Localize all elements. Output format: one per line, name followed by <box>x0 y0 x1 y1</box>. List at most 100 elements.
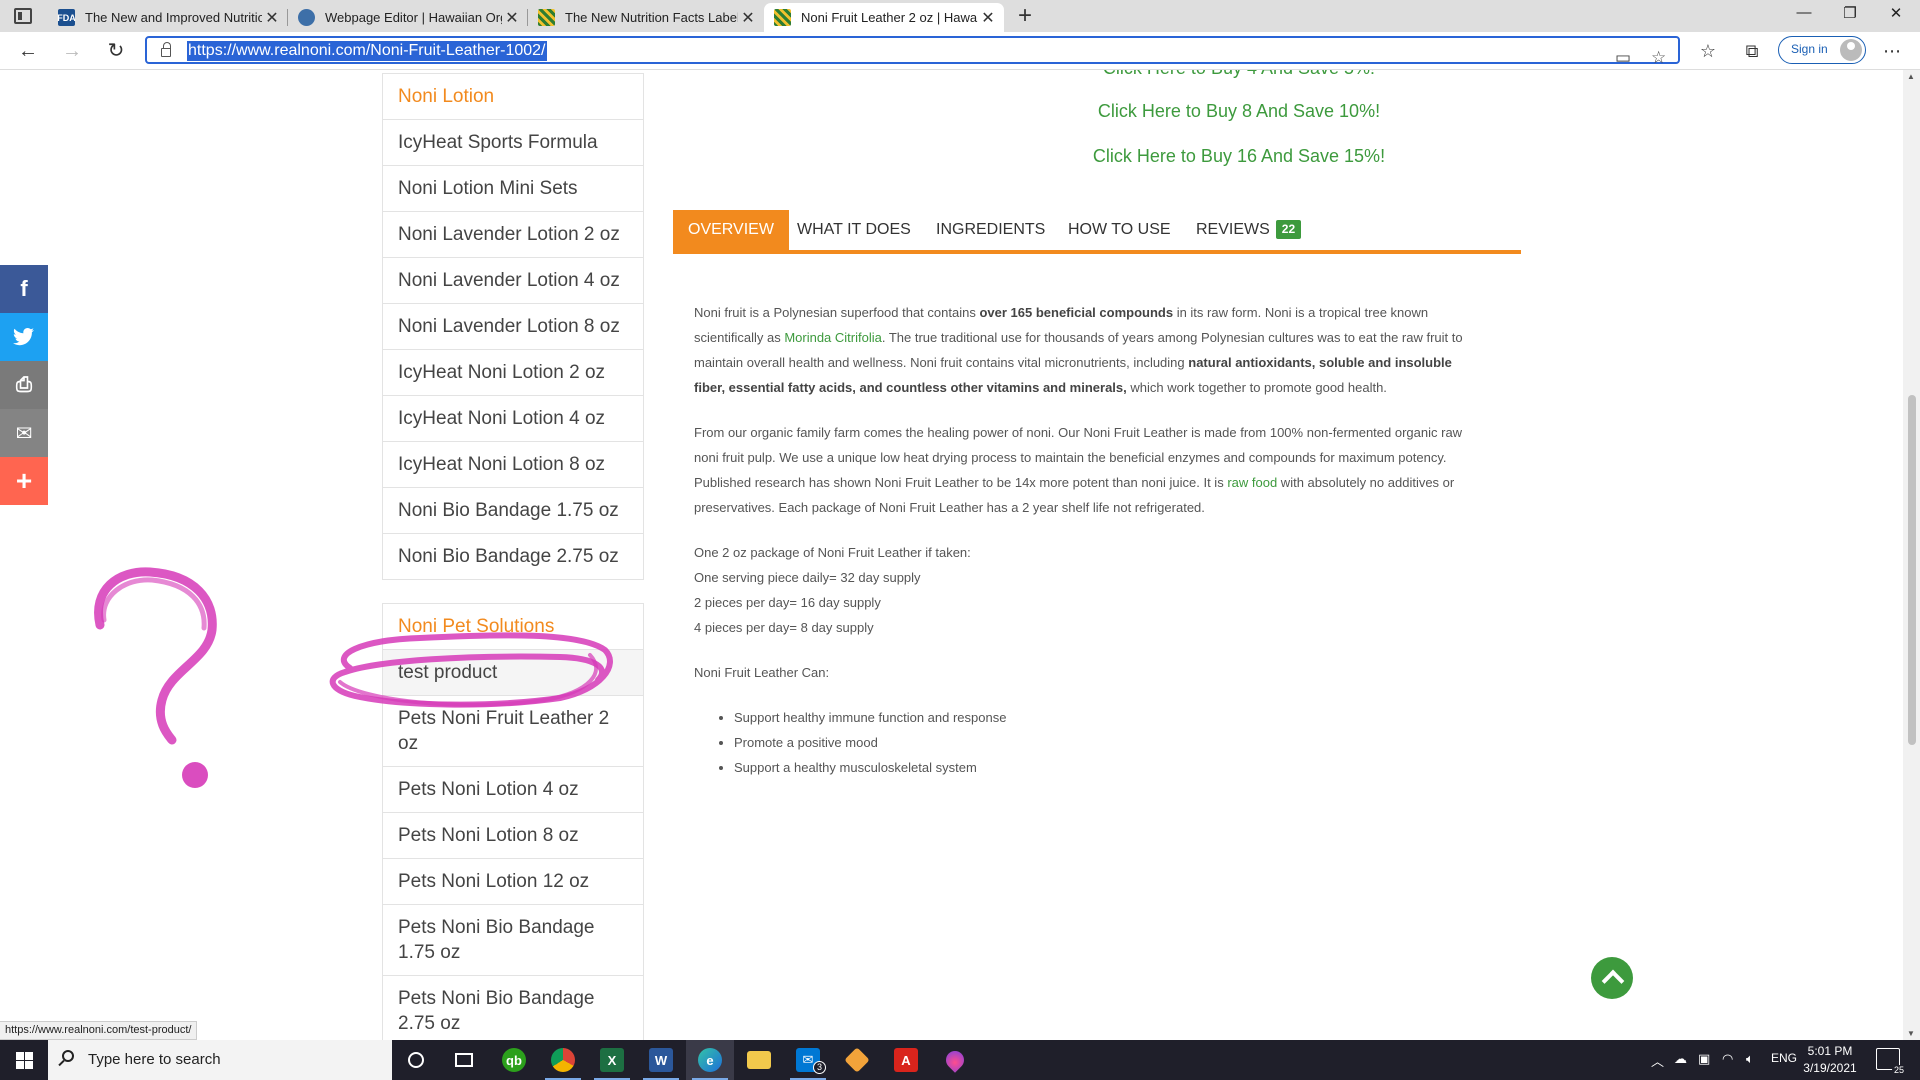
supply-line: 2 pieces per day= 16 day supply <box>694 595 881 610</box>
scroll-down-arrow-icon[interactable]: ▼ <box>1907 1029 1915 1038</box>
forward-button[interactable]: → <box>58 38 86 64</box>
promo-link-buy-4[interactable]: Click Here to Buy 4 And Save 5%! <box>900 70 1578 79</box>
sidebar-item[interactable]: Pets Noni Lotion 12 oz <box>383 859 643 905</box>
browser-tab-4-active[interactable]: Noni Fruit Leather 2 oz | Hawaii ✕ <box>764 3 1004 32</box>
word-app[interactable]: W <box>637 1040 685 1080</box>
facebook-share-icon[interactable]: f <box>0 265 48 313</box>
show-hidden-icons[interactable]: ︿ <box>1651 1051 1664 1070</box>
browser-tab-1[interactable]: FDA The New and Improved Nutrition ✕ <box>48 3 288 32</box>
promo-link-buy-8[interactable]: Click Here to Buy 8 And Save 10%! <box>900 101 1578 122</box>
taskbar-clock[interactable]: 5:01 PM 3/19/2021 <box>1795 1043 1865 1077</box>
app-diamond-icon <box>844 1047 870 1073</box>
scroll-up-arrow-icon[interactable]: ▲ <box>1907 72 1915 81</box>
mail-app[interactable]: ✉ 3 <box>784 1040 832 1080</box>
notification-count: 25 <box>1891 1065 1906 1075</box>
language-indicator[interactable]: ENG <box>1771 1051 1797 1065</box>
close-tab-icon[interactable]: ✕ <box>978 8 998 28</box>
twitter-share-icon[interactable] <box>0 313 48 361</box>
chrome-app[interactable] <box>539 1040 587 1080</box>
supply-line: One serving piece daily= 32 day supply <box>694 570 921 585</box>
inline-link[interactable]: Morinda Citrifolia <box>784 330 882 345</box>
sidebar-heading-noni-lotion[interactable]: Noni Lotion <box>383 74 643 120</box>
sidebar-item[interactable]: IcyHeat Noni Lotion 2 oz <box>383 350 643 396</box>
sticky-app[interactable] <box>833 1040 881 1080</box>
wifi-icon[interactable]: ◠ <box>1722 1051 1733 1067</box>
sidebar-item[interactable]: Noni Lavender Lotion 8 oz <box>383 304 643 350</box>
display-icon[interactable]: ▣ <box>1698 1051 1710 1067</box>
scrollbar-thumb[interactable] <box>1908 395 1916 745</box>
close-tab-icon[interactable]: ✕ <box>502 8 522 28</box>
notification-center-icon[interactable]: 25 <box>1876 1048 1906 1075</box>
tab-title: Webpage Editor | Hawaiian Orga <box>325 10 502 25</box>
minimize-button[interactable]: — <box>1784 4 1824 21</box>
sidebar-item[interactable]: IcyHeat Noni Lotion 4 oz <box>383 396 643 442</box>
close-window-button[interactable]: ✕ <box>1876 4 1916 22</box>
sidebar-item[interactable]: Noni Bio Bandage 2.75 oz <box>383 534 643 579</box>
sidebar-item[interactable]: Pets Noni Lotion 4 oz <box>383 767 643 813</box>
sidebar-item[interactable]: Noni Lavender Lotion 4 oz <box>383 258 643 304</box>
promo-link-buy-16[interactable]: Click Here to Buy 16 And Save 15%! <box>900 146 1578 167</box>
search-icon <box>62 1050 74 1062</box>
sidebar-item[interactable]: Pets Noni Fruit Leather 2 oz <box>383 696 643 767</box>
tab-actions-icon[interactable] <box>14 8 32 24</box>
file-explorer-app[interactable] <box>735 1040 783 1080</box>
more-options-icon[interactable]: ⋯ <box>1878 38 1906 64</box>
back-button[interactable]: ← <box>14 38 42 64</box>
reader-view-icon[interactable]: ▭ <box>1615 48 1631 68</box>
edge-app[interactable]: e <box>686 1040 734 1080</box>
sidebar-item[interactable]: Pets Noni Lotion 8 oz <box>383 813 643 859</box>
print-icon[interactable]: ⎙ <box>0 361 48 409</box>
acrobat-app[interactable]: A <box>882 1040 930 1080</box>
sidebar-heading-noni-pet-solutions[interactable]: Noni Pet Solutions <box>383 604 643 650</box>
tab-ingredients[interactable]: INGREDIENTS <box>936 210 1045 250</box>
taskbar-search-box[interactable]: Type here to search <box>48 1040 392 1080</box>
paint-app[interactable] <box>931 1040 979 1080</box>
sidebar-item[interactable]: Pets Noni Bio Bandage 2.75 oz <box>383 976 643 1040</box>
close-tab-icon[interactable]: ✕ <box>262 8 282 28</box>
page-viewport: f ⎙ ✉ + Noni Lotion IcyHeat Sports Formu… <box>0 70 1920 1040</box>
start-button[interactable] <box>0 1040 48 1080</box>
new-tab-button[interactable]: + <box>1011 2 1039 30</box>
windows-logo-icon-part <box>25 1061 33 1069</box>
task-view-button[interactable] <box>440 1040 488 1080</box>
sidebar-item[interactable]: IcyHeat Sports Formula <box>383 120 643 166</box>
edge-icon: e <box>698 1048 722 1072</box>
lock-icon[interactable] <box>161 42 171 57</box>
browser-tab-2[interactable]: Webpage Editor | Hawaiian Orga ✕ <box>288 3 528 32</box>
sidebar-item-test-product[interactable]: test product <box>383 650 643 696</box>
url-text[interactable]: https://www.realnoni.com/Noni-Fruit-Leat… <box>187 41 547 61</box>
cortana-button[interactable] <box>392 1040 440 1080</box>
sign-in-button[interactable]: Sign in <box>1778 36 1866 64</box>
restore-button[interactable]: ❐ <box>1830 4 1870 22</box>
browser-tab-3[interactable]: The New Nutrition Facts Label ✕ <box>528 3 764 32</box>
excel-app[interactable]: X <box>588 1040 636 1080</box>
tab-how-to-use[interactable]: HOW TO USE <box>1068 210 1171 250</box>
task-view-icon <box>455 1053 473 1067</box>
tab-overview[interactable]: OVERVIEW <box>673 210 789 250</box>
sidebar-item[interactable]: Noni Lotion Mini Sets <box>383 166 643 212</box>
add-favorite-icon[interactable]: ☆ <box>1651 48 1666 68</box>
inline-link[interactable]: raw food <box>1227 475 1277 490</box>
tab-reviews[interactable]: REVIEWS 22 <box>1196 210 1302 250</box>
tab-what-it-does[interactable]: WHAT IT DOES <box>797 210 911 250</box>
scroll-to-top-button[interactable] <box>1591 957 1633 999</box>
volume-icon[interactable]: 🔈︎ <box>1746 1051 1754 1067</box>
more-share-icon[interactable]: + <box>0 457 48 505</box>
page-scrollbar[interactable]: ▲ ▼ <box>1903 70 1920 1040</box>
social-share-bar: f ⎙ ✉ + <box>0 265 48 505</box>
sidebar-item[interactable]: Noni Lavender Lotion 2 oz <box>383 212 643 258</box>
quickbooks-app[interactable]: qb <box>490 1040 538 1080</box>
sidebar-item[interactable]: IcyHeat Noni Lotion 8 oz <box>383 442 643 488</box>
collections-icon[interactable]: ⧉ <box>1738 38 1766 64</box>
profile-avatar-icon <box>1840 39 1862 61</box>
sidebar-pet-menu: Noni Pet Solutions test product Pets Non… <box>382 603 644 1040</box>
favorites-icon[interactable]: ☆ <box>1694 38 1722 64</box>
email-share-icon[interactable]: ✉ <box>0 409 48 457</box>
close-tab-icon[interactable]: ✕ <box>738 8 758 28</box>
address-bar[interactable]: https://www.realnoni.com/Noni-Fruit-Leat… <box>145 36 1680 67</box>
sidebar-item[interactable]: Noni Bio Bandage 1.75 oz <box>383 488 643 534</box>
taskbar-search-placeholder: Type here to search <box>88 1051 221 1068</box>
onedrive-icon[interactable]: ☁ <box>1674 1051 1687 1067</box>
refresh-button[interactable]: ↻ <box>102 38 130 64</box>
sidebar-item[interactable]: Pets Noni Bio Bandage 1.75 oz <box>383 905 643 976</box>
